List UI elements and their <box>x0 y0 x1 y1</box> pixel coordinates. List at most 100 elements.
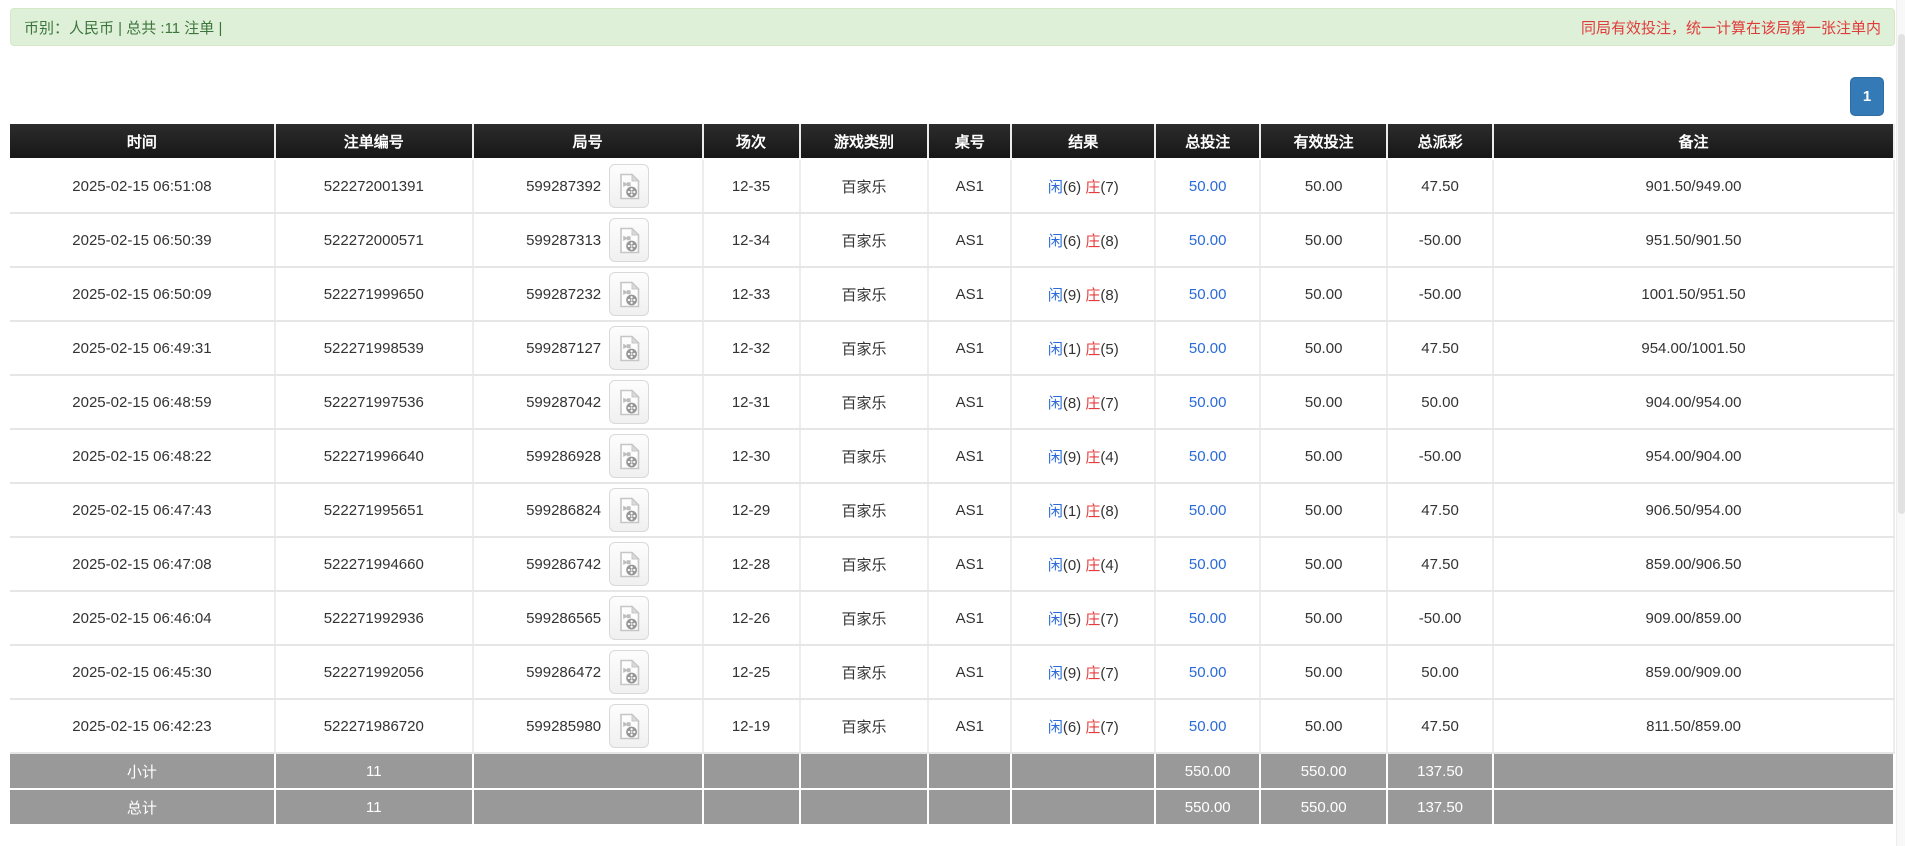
cell-table-id: AS1 <box>928 645 1011 699</box>
player-result-score: (9) <box>1063 449 1081 466</box>
banker-result-label: 庄 <box>1085 233 1100 250</box>
sum-cell-table-id <box>928 753 1011 789</box>
total-bet-link[interactable]: 50.00 <box>1189 556 1227 573</box>
sum-cell-time: 小计 <box>10 753 275 789</box>
total-bet-link[interactable]: 50.00 <box>1189 178 1227 195</box>
video-button[interactable] <box>609 704 649 748</box>
video-button[interactable] <box>609 272 649 316</box>
total-bet-link[interactable]: 50.00 <box>1189 718 1227 735</box>
player-result-score: (9) <box>1063 287 1081 304</box>
cell-valid-bet: 50.00 <box>1260 267 1387 321</box>
sum-cell-total-bet: 550.00 <box>1155 753 1260 789</box>
cell-payout: 47.50 <box>1387 699 1493 753</box>
banker-result-label: 庄 <box>1085 611 1100 628</box>
cell-remark: 904.00/954.00 <box>1493 375 1894 429</box>
cell-bet-id: 522271994660 <box>275 537 473 591</box>
cell-total-bet: 50.00 <box>1155 267 1260 321</box>
cell-session: 12-34 <box>703 213 800 267</box>
cell-valid-bet: 50.00 <box>1260 699 1387 753</box>
cell-round-id: 599287232 <box>473 267 703 321</box>
cell-result: 闲(1) 庄(5) <box>1011 321 1155 375</box>
cell-result: 闲(9) 庄(7) <box>1011 645 1155 699</box>
bet-record-row: 2025-02-15 06:49:31522271998539599287127… <box>10 321 1894 375</box>
player-result-score: (1) <box>1063 503 1081 520</box>
sum-cell-result <box>1011 753 1155 789</box>
cell-valid-bet: 50.00 <box>1260 321 1387 375</box>
total-bet-link[interactable]: 50.00 <box>1189 502 1227 519</box>
col-header-remark: 备注 <box>1493 124 1894 159</box>
cell-game-type: 百家乐 <box>800 591 929 645</box>
col-header-bet-id: 注单编号 <box>275 124 473 159</box>
video-button[interactable] <box>609 542 649 586</box>
cell-game-type: 百家乐 <box>800 375 929 429</box>
sum-cell-table-id <box>928 789 1011 825</box>
sum-cell-session <box>703 753 800 789</box>
round-id-text: 599286928 <box>526 448 601 465</box>
cell-session: 12-30 <box>703 429 800 483</box>
total-bet-link[interactable]: 50.00 <box>1189 610 1227 627</box>
cell-remark: 954.00/1001.50 <box>1493 321 1894 375</box>
video-file-icon <box>617 659 641 686</box>
video-button[interactable] <box>609 326 649 370</box>
total-bet-link[interactable]: 50.00 <box>1189 394 1227 411</box>
total-bet-link[interactable]: 50.00 <box>1189 286 1227 303</box>
banker-result-score: (8) <box>1100 287 1118 304</box>
total-bet-link[interactable]: 50.00 <box>1189 340 1227 357</box>
banker-result-score: (8) <box>1100 233 1118 250</box>
cell-valid-bet: 50.00 <box>1260 375 1387 429</box>
bet-record-row: 2025-02-15 06:48:22522271996640599286928… <box>10 429 1894 483</box>
pagination-page-1-button[interactable]: 1 <box>1850 77 1884 116</box>
bet-records-table: 时间注单编号局号场次游戏类别桌号结果总投注有效投注总派彩备注 2025-02-1… <box>10 124 1895 826</box>
cell-round-id: 599286824 <box>473 483 703 537</box>
cell-valid-bet: 50.00 <box>1260 591 1387 645</box>
scrollbar-track[interactable] <box>1896 0 1905 846</box>
banker-result-label: 庄 <box>1085 287 1100 304</box>
cell-session: 12-31 <box>703 375 800 429</box>
player-result-score: (8) <box>1063 395 1081 412</box>
banker-result-label: 庄 <box>1085 395 1100 412</box>
banker-result-score: (7) <box>1100 719 1118 736</box>
video-button[interactable] <box>609 164 649 208</box>
banker-result-score: (7) <box>1100 395 1118 412</box>
cell-round-id: 599287392 <box>473 159 703 213</box>
scrollbar-thumb[interactable] <box>1898 34 1905 514</box>
col-header-table-id: 桌号 <box>928 124 1011 159</box>
cell-game-type: 百家乐 <box>800 537 929 591</box>
col-header-result: 结果 <box>1011 124 1155 159</box>
player-result-score: (1) <box>1063 341 1081 358</box>
video-file-icon <box>617 227 641 254</box>
banker-result-label: 庄 <box>1085 503 1100 520</box>
col-header-total-bet: 总投注 <box>1155 124 1260 159</box>
player-result-label: 闲 <box>1048 557 1063 574</box>
sum-cell-valid-bet: 550.00 <box>1260 789 1387 825</box>
total-bet-link[interactable]: 50.00 <box>1189 232 1227 249</box>
video-button[interactable] <box>609 596 649 640</box>
cell-game-type: 百家乐 <box>800 267 929 321</box>
video-button[interactable] <box>609 488 649 532</box>
round-id-text: 599287313 <box>526 232 601 249</box>
total-bet-link[interactable]: 50.00 <box>1189 664 1227 681</box>
player-result-label: 闲 <box>1048 719 1063 736</box>
bet-record-row: 2025-02-15 06:46:04522271992936599286565… <box>10 591 1894 645</box>
pagination: 1 <box>1850 77 1884 116</box>
bet-record-row: 2025-02-15 06:47:08522271994660599286742… <box>10 537 1894 591</box>
total-bet-link[interactable]: 50.00 <box>1189 448 1227 465</box>
cell-game-type: 百家乐 <box>800 429 929 483</box>
cell-time: 2025-02-15 06:48:59 <box>10 375 275 429</box>
cell-result: 闲(5) 庄(7) <box>1011 591 1155 645</box>
video-button[interactable] <box>609 434 649 478</box>
video-button[interactable] <box>609 218 649 262</box>
video-file-icon <box>617 335 641 362</box>
cell-payout: 50.00 <box>1387 375 1493 429</box>
video-button[interactable] <box>609 380 649 424</box>
bet-record-row: 2025-02-15 06:50:09522271999650599287232… <box>10 267 1894 321</box>
player-result-score: (0) <box>1063 557 1081 574</box>
summary-row-subtotal: 小计11550.00550.00137.50 <box>10 753 1894 789</box>
video-button[interactable] <box>609 650 649 694</box>
video-file-icon <box>617 497 641 524</box>
cell-time: 2025-02-15 06:46:04 <box>10 591 275 645</box>
round-id-text: 599286472 <box>526 664 601 681</box>
video-file-icon <box>617 605 641 632</box>
video-file-icon <box>617 443 641 470</box>
cell-result: 闲(0) 庄(4) <box>1011 537 1155 591</box>
